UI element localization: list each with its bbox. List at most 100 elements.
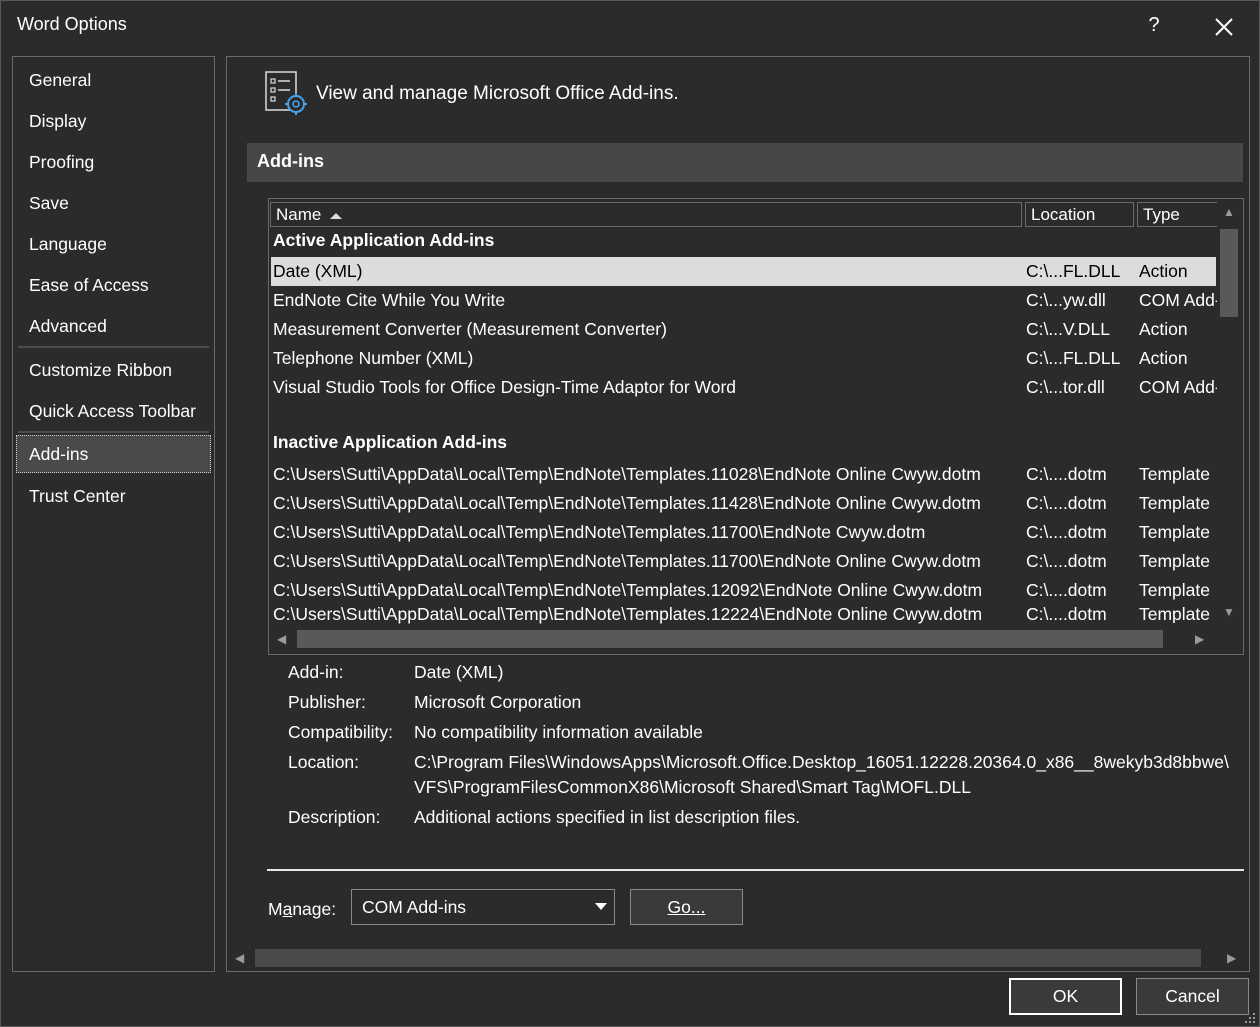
detail-location-label: Location: <box>288 752 360 772</box>
section-header: Add-ins <box>247 143 1243 182</box>
list-vertical-scroll-thumb[interactable] <box>1220 229 1238 317</box>
addin-name: Date (XML) <box>273 261 363 281</box>
addin-type: Action <box>1139 348 1188 368</box>
addin-location: C:\....dotm <box>1026 522 1107 542</box>
scroll-up-icon[interactable]: ▲ <box>1223 205 1235 219</box>
addin-type: COM Add-in <box>1139 290 1217 310</box>
chevron-down-icon <box>595 903 607 910</box>
detail-publisher-label: Publisher: <box>288 692 366 712</box>
scroll-right-icon[interactable]: ▶ <box>1195 632 1204 646</box>
addin-location: C:\....dotm <box>1026 493 1107 513</box>
sidebar-item-trust-center[interactable]: Trust Center <box>16 477 211 515</box>
cancel-button[interactable]: Cancel <box>1136 978 1249 1015</box>
detail-location-value-line2: VFS\ProgramFilesCommonX86\Microsoft Shar… <box>414 777 971 797</box>
addin-type: Template <box>1139 605 1211 623</box>
table-row[interactable]: C:\Users\Sutti\AppData\Local\Temp\EndNot… <box>271 489 1216 518</box>
addin-name: EndNote Cite While You Write <box>273 290 506 310</box>
sidebar-item-proofing[interactable]: Proofing <box>16 143 211 181</box>
panel-horizontal-scrollbar[interactable]: ◀ ▶ <box>227 947 1249 969</box>
scroll-right-icon[interactable]: ▶ <box>1227 951 1236 965</box>
detail-addin-value: Date (XML) <box>414 662 504 682</box>
scroll-left-icon[interactable]: ◀ <box>235 951 244 965</box>
addin-name: C:\Users\Sutti\AppData\Local\Temp\EndNot… <box>273 580 983 600</box>
table-row[interactable]: Date (XML) C:\...FL.DLL Action <box>271 257 1216 286</box>
go-button[interactable]: Go... <box>630 889 743 925</box>
detail-description-value: Additional actions specified in list des… <box>414 807 801 827</box>
addin-name: C:\Users\Sutti\AppData\Local\Temp\EndNot… <box>273 522 926 542</box>
resize-grip-icon[interactable] <box>1244 1012 1256 1024</box>
sidebar-item-customize-ribbon[interactable]: Customize Ribbon <box>16 351 211 389</box>
table-row[interactable]: Telephone Number (XML) C:\...FL.DLL Acti… <box>271 344 1216 373</box>
help-button[interactable]: ? <box>1137 9 1171 43</box>
addins-list[interactable]: Name Location Type Active Application Ad… <box>268 198 1244 655</box>
list-horizontal-scroll-thumb[interactable] <box>297 630 1163 648</box>
addin-type: Template <box>1139 493 1211 513</box>
table-row[interactable]: Measurement Converter (Measurement Conve… <box>271 315 1216 344</box>
sidebar-item-display[interactable]: Display <box>16 102 211 140</box>
list-horizontal-scrollbar[interactable]: ◀ ▶ <box>269 627 1217 651</box>
go-button-label: Go... <box>667 897 706 917</box>
manage-label-prefix: M <box>268 899 283 919</box>
sidebar-item-quick-access-toolbar[interactable]: Quick Access Toolbar <box>16 392 211 430</box>
table-row[interactable]: EndNote Cite While You Write C:\...yw.dl… <box>271 286 1217 315</box>
addin-type: Action <box>1139 319 1188 339</box>
detail-location-value-line1: C:\Program Files\WindowsApps\Microsoft.O… <box>414 752 1229 772</box>
sidebar-divider <box>18 431 209 433</box>
detail-addin-label: Add-in: <box>288 662 344 682</box>
manage-select-value: COM Add-ins <box>362 897 467 917</box>
scroll-down-icon[interactable]: ▼ <box>1223 605 1235 619</box>
table-row[interactable]: C:\Users\Sutti\AppData\Local\Temp\EndNot… <box>271 605 1216 627</box>
section-title: Add-ins <box>257 151 324 171</box>
column-header-name-label: Name <box>276 205 322 224</box>
page-header: View and manage Microsoft Office Add-ins… <box>316 83 679 104</box>
divider <box>267 869 1244 871</box>
column-header-type[interactable]: Type <box>1137 202 1217 227</box>
group-title-inactive: Inactive Application Add-ins <box>273 432 508 452</box>
title-bar: Word Options ? <box>1 1 1259 49</box>
sidebar-item-save[interactable]: Save <box>16 184 211 222</box>
close-button[interactable] <box>1205 9 1241 43</box>
panel-horizontal-scroll-thumb[interactable] <box>255 949 1201 967</box>
addin-name: Visual Studio Tools for Office Design-Ti… <box>273 377 736 397</box>
addin-location: C:\....dotm <box>1026 464 1107 484</box>
table-row[interactable]: C:\Users\Sutti\AppData\Local\Temp\EndNot… <box>271 576 1216 605</box>
detail-compatibility-label: Compatibility: <box>288 722 394 742</box>
detail-compatibility-value: No compatibility information available <box>414 722 703 742</box>
column-header-location[interactable]: Location <box>1025 202 1134 227</box>
addin-name: C:\Users\Sutti\AppData\Local\Temp\EndNot… <box>273 464 981 484</box>
manage-label-suffix: nage: <box>292 899 337 919</box>
addin-type: Action <box>1139 261 1188 281</box>
scroll-left-icon[interactable]: ◀ <box>277 632 286 646</box>
manage-label: Manage: <box>268 899 336 920</box>
table-row[interactable]: C:\Users\Sutti\AppData\Local\Temp\EndNot… <box>271 547 1216 576</box>
table-row[interactable]: C:\Users\Sutti\AppData\Local\Temp\EndNot… <box>271 518 1216 547</box>
addin-location: C:\...tor.dll <box>1026 377 1105 397</box>
options-sidebar: General Display Proofing Save Language E… <box>12 56 215 972</box>
manage-label-accesskey: a <box>282 899 293 919</box>
addin-location: C:\....dotm <box>1026 605 1107 624</box>
table-row[interactable]: Visual Studio Tools for Office Design-Ti… <box>271 373 1217 402</box>
addin-location: C:\....dotm <box>1026 580 1107 600</box>
list-vertical-scrollbar[interactable]: ▲ ▼ <box>1217 199 1241 627</box>
addin-location: C:\....dotm <box>1026 551 1107 571</box>
window-title: Word Options <box>17 14 127 34</box>
ok-button[interactable]: OK <box>1009 978 1122 1015</box>
close-icon <box>1215 18 1233 36</box>
addin-location: C:\...yw.dll <box>1026 290 1106 310</box>
detail-description-label: Description: <box>288 807 381 827</box>
sidebar-item-advanced[interactable]: Advanced <box>16 307 211 345</box>
addin-location: C:\...FL.DLL <box>1026 348 1121 368</box>
addin-type: Template <box>1139 551 1211 571</box>
sidebar-item-add-ins[interactable]: Add-ins <box>16 435 211 473</box>
manage-select[interactable]: COM Add-ins <box>351 889 615 925</box>
addin-type: Template <box>1139 464 1211 484</box>
column-header-name[interactable]: Name <box>270 202 1022 227</box>
sidebar-item-ease-of-access[interactable]: Ease of Access <box>16 266 211 304</box>
addin-type: COM Add-in <box>1139 377 1217 397</box>
sidebar-item-language[interactable]: Language <box>16 225 211 263</box>
table-row[interactable]: C:\Users\Sutti\AppData\Local\Temp\EndNot… <box>271 460 1216 489</box>
addin-name: Telephone Number (XML) <box>273 348 474 368</box>
detail-publisher-value: Microsoft Corporation <box>414 692 582 712</box>
sort-ascending-icon <box>330 213 343 219</box>
sidebar-item-general[interactable]: General <box>16 61 211 99</box>
